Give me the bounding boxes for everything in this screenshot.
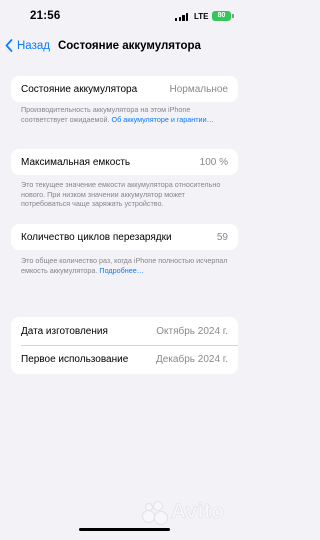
max-capacity-card: Максимальная емкость 100 % bbox=[11, 149, 238, 175]
back-button[interactable]: Назад bbox=[5, 39, 50, 52]
home-indicator bbox=[79, 528, 170, 531]
dates-card: Дата изготовления Октябрь 2024 г. Первое… bbox=[11, 317, 238, 374]
cycle-count-row: Количество циклов перезарядки 59 bbox=[11, 224, 238, 250]
cycle-count-value: 59 bbox=[216, 231, 228, 243]
manufacture-date-label: Дата изготовления bbox=[21, 325, 108, 337]
max-capacity-label: Максимальная емкость bbox=[21, 156, 131, 168]
cycle-count-card: Количество циклов перезарядки 59 bbox=[11, 224, 238, 250]
network-type: LTE bbox=[194, 12, 209, 21]
battery-warranty-link[interactable]: Об аккумуляторе и гарантии… bbox=[112, 115, 214, 124]
battery-health-card: Состояние аккумулятора Нормальное bbox=[11, 76, 238, 102]
status-bar: 21:56 LTE 80 bbox=[0, 0, 249, 34]
battery-tip bbox=[232, 14, 234, 18]
avito-logo-icon bbox=[142, 501, 168, 525]
avito-wordmark: Avito bbox=[171, 500, 225, 524]
first-use-label: Первое использование bbox=[21, 354, 129, 365]
first-use-value: Декабрь 2024 г. bbox=[156, 354, 228, 365]
more-info-link[interactable]: Подробнее… bbox=[99, 266, 143, 275]
page-title: Состояние аккумулятора bbox=[58, 40, 201, 52]
manufacture-date-row: Дата изготовления Октябрь 2024 г. bbox=[11, 317, 238, 345]
cycle-count-label: Количество циклов перезарядки bbox=[21, 231, 172, 243]
back-label: Назад bbox=[17, 39, 50, 52]
chevron-left-icon bbox=[5, 39, 13, 52]
battery-icon: 80 bbox=[212, 11, 231, 21]
cycle-count-footer: Это общее количество раз, когда iPhone п… bbox=[21, 256, 231, 275]
avito-watermark: Avito bbox=[142, 500, 225, 525]
battery-health-footer: Производительность аккумулятора на этом … bbox=[21, 105, 231, 124]
max-capacity-value: 100 % bbox=[199, 156, 228, 168]
manufacture-date-value: Октябрь 2024 г. bbox=[156, 325, 228, 337]
first-use-row: Первое использование Декабрь 2024 г. bbox=[11, 346, 238, 374]
status-time: 21:56 bbox=[30, 10, 61, 22]
battery-health-label: Состояние аккумулятора bbox=[21, 83, 138, 95]
max-capacity-footer: Это текущее значение емкости аккумулятор… bbox=[21, 180, 221, 209]
max-capacity-row: Максимальная емкость 100 % bbox=[11, 149, 238, 175]
cellular-signal-icon bbox=[175, 13, 189, 21]
navigation-bar: Назад Состояние аккумулятора bbox=[0, 34, 249, 60]
battery-health-value: Нормальное bbox=[169, 83, 228, 95]
battery-health-row: Состояние аккумулятора Нормальное bbox=[11, 76, 238, 102]
